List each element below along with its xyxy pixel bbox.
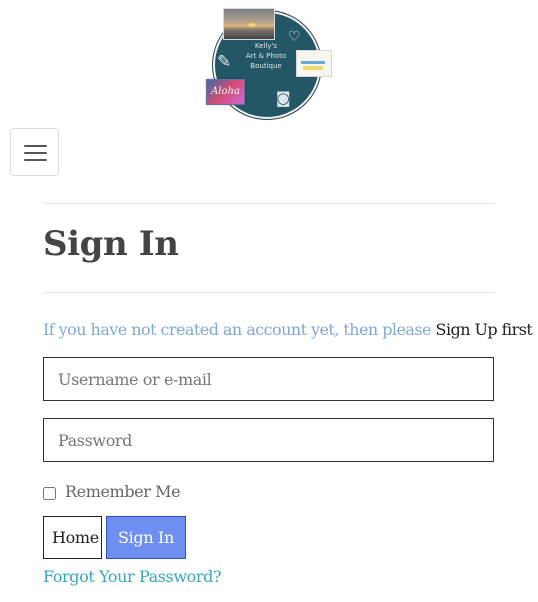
hamburger-menu-icon-line-top (24, 145, 47, 147)
remember-me-option[interactable]: Remember Me (43, 479, 181, 503)
remember-me-checkbox[interactable] (43, 486, 56, 500)
sunset-photo (223, 8, 275, 40)
camera-icon: ✎ (217, 52, 232, 72)
photo-camera-icon: ◙ (276, 89, 291, 107)
logo-text-line-2: Art & Photo (245, 52, 287, 60)
signup-prompt-text: If you have not created an account yet, … (43, 320, 432, 339)
remember-me-label: Remember Me (65, 481, 181, 501)
page-title: Sign In (43, 224, 179, 264)
sun-glow (248, 23, 256, 27)
hamburger-menu-icon-line-bottom (24, 159, 47, 161)
menu-toggle-button[interactable] (10, 128, 59, 176)
aloha-art-card: Aloha (206, 79, 245, 105)
sign-in-page: Kelly's Art & Photo Boutique Aloha ♡ ✎ ◙… (0, 0, 538, 602)
logo-text-line-3: Boutique (250, 62, 282, 70)
username-email-input[interactable] (43, 357, 494, 401)
small-art-card (296, 50, 332, 77)
form-buttons: Home Sign In (43, 516, 186, 559)
top-divider (43, 203, 494, 204)
signup-prompt: If you have not created an account yet, … (43, 319, 533, 341)
home-button[interactable]: Home (43, 516, 102, 559)
signup-link[interactable]: Sign Up first (436, 320, 533, 339)
boutique-logo[interactable]: Kelly's Art & Photo Boutique Aloha ♡ ✎ ◙ (204, 6, 332, 119)
password-input[interactable] (43, 418, 494, 462)
title-divider (43, 292, 494, 293)
sign-in-button[interactable]: Sign In (106, 516, 186, 559)
hamburger-menu-icon-line-middle (24, 152, 47, 154)
logo-text: Kelly's Art & Photo Boutique (235, 41, 297, 71)
heart-icon: ♡ (288, 29, 301, 45)
forgot-password-link[interactable]: Forgot Your Password? (43, 567, 222, 587)
